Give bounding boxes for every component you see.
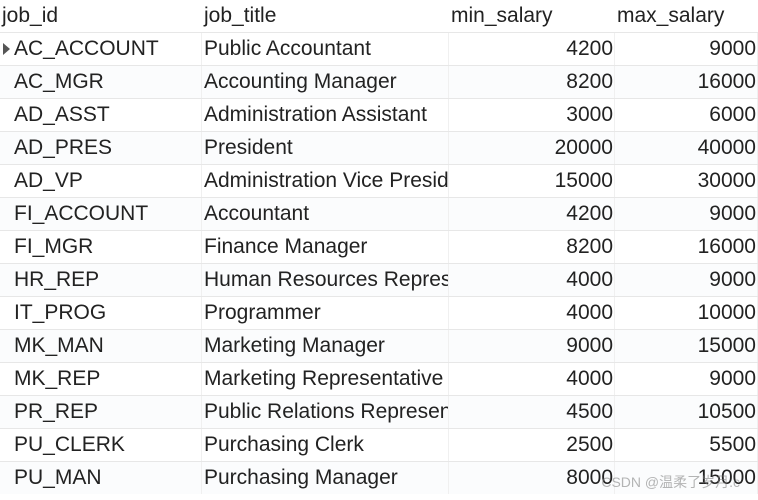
cell-job-id[interactable]: AD_VP: [12, 165, 202, 197]
cell-max-salary[interactable]: 9000: [615, 363, 758, 395]
table-row[interactable]: PR_REPPublic Relations Representative450…: [0, 395, 758, 428]
current-row-arrow-icon: [3, 43, 10, 55]
column-header-job-id[interactable]: job_id: [0, 4, 202, 28]
cell-job-id[interactable]: MK_REP: [12, 363, 202, 395]
cell-job-title[interactable]: Finance Manager: [202, 231, 449, 263]
cell-max-salary[interactable]: 6000: [615, 99, 758, 131]
cell-job-title[interactable]: Purchasing Clerk: [202, 429, 449, 461]
cell-job-title[interactable]: Public Accountant: [202, 33, 449, 65]
cell-job-title[interactable]: Administration Vice President: [202, 165, 449, 197]
cell-min-salary[interactable]: 4200: [449, 33, 615, 65]
jobs-table[interactable]: job_id job_title min_salary max_salary A…: [0, 0, 758, 494]
cell-job-id[interactable]: IT_PROG: [12, 297, 202, 329]
cell-job-id[interactable]: PU_MAN: [12, 462, 202, 494]
cell-job-id[interactable]: AD_ASST: [12, 99, 202, 131]
table-row[interactable]: AD_ASSTAdministration Assistant30006000: [0, 98, 758, 131]
cell-job-id[interactable]: PR_REP: [12, 396, 202, 428]
cell-job-title[interactable]: President: [202, 132, 449, 164]
table-header-row: job_id job_title min_salary max_salary: [0, 0, 758, 32]
cell-max-salary[interactable]: 5500: [615, 429, 758, 461]
cell-job-id[interactable]: MK_MAN: [12, 330, 202, 362]
cell-min-salary[interactable]: 4000: [449, 363, 615, 395]
cell-min-salary[interactable]: 9000: [449, 330, 615, 362]
cell-job-title[interactable]: Marketing Manager: [202, 330, 449, 362]
cell-max-salary[interactable]: 30000: [615, 165, 758, 197]
cell-max-salary[interactable]: 9000: [615, 264, 758, 296]
cell-min-salary[interactable]: 8200: [449, 231, 615, 263]
cell-job-title[interactable]: Purchasing Manager: [202, 462, 449, 494]
cell-min-salary[interactable]: 8200: [449, 66, 615, 98]
column-header-min-salary[interactable]: min_salary: [449, 4, 615, 28]
cell-max-salary[interactable]: 15000: [615, 330, 758, 362]
table-row[interactable]: MK_REPMarketing Representative40009000: [0, 362, 758, 395]
column-header-max-salary[interactable]: max_salary: [615, 4, 758, 28]
cell-job-id[interactable]: PU_CLERK: [12, 429, 202, 461]
cell-min-salary[interactable]: 4200: [449, 198, 615, 230]
cell-job-title[interactable]: Accountant: [202, 198, 449, 230]
cell-max-salary[interactable]: 9000: [615, 198, 758, 230]
cell-max-salary[interactable]: 40000: [615, 132, 758, 164]
cell-max-salary[interactable]: 10500: [615, 396, 758, 428]
cell-min-salary[interactable]: 4000: [449, 264, 615, 296]
cell-job-title[interactable]: Programmer: [202, 297, 449, 329]
cell-job-title[interactable]: Public Relations Representative: [202, 396, 449, 428]
cell-min-salary[interactable]: 20000: [449, 132, 615, 164]
cell-max-salary[interactable]: 16000: [615, 231, 758, 263]
cell-max-salary[interactable]: 10000: [615, 297, 758, 329]
table-row[interactable]: AC_MGRAccounting Manager820016000: [0, 65, 758, 98]
cell-job-id[interactable]: FI_MGR: [12, 231, 202, 263]
cell-max-salary[interactable]: 9000: [615, 33, 758, 65]
table-row[interactable]: FI_MGRFinance Manager820016000: [0, 230, 758, 263]
cell-min-salary[interactable]: 2500: [449, 429, 615, 461]
table-row[interactable]: AC_ACCOUNTPublic Accountant42009000: [0, 32, 758, 65]
cell-min-salary[interactable]: 3000: [449, 99, 615, 131]
cell-min-salary[interactable]: 15000: [449, 165, 615, 197]
cell-job-title[interactable]: Marketing Representative: [202, 363, 449, 395]
cell-min-salary[interactable]: 4000: [449, 297, 615, 329]
cell-job-title[interactable]: Accounting Manager: [202, 66, 449, 98]
table-row[interactable]: PU_CLERKPurchasing Clerk25005500: [0, 428, 758, 461]
cell-job-id[interactable]: HR_REP: [12, 264, 202, 296]
column-header-job-title[interactable]: job_title: [202, 4, 449, 28]
table-row[interactable]: MK_MANMarketing Manager900015000: [0, 329, 758, 362]
table-row[interactable]: AD_PRESPresident2000040000: [0, 131, 758, 164]
table-row[interactable]: IT_PROGProgrammer400010000: [0, 296, 758, 329]
cell-min-salary[interactable]: 8000: [449, 462, 615, 494]
cell-max-salary[interactable]: 16000: [615, 66, 758, 98]
cell-job-id[interactable]: AD_PRES: [12, 132, 202, 164]
table-row[interactable]: FI_ACCOUNTAccountant42009000: [0, 197, 758, 230]
cell-job-title[interactable]: Human Resources Representative: [202, 264, 449, 296]
cell-job-id[interactable]: AC_ACCOUNT: [12, 33, 202, 65]
row-indicator: [0, 43, 12, 55]
table-row[interactable]: AD_VPAdministration Vice President150003…: [0, 164, 758, 197]
cell-job-id[interactable]: AC_MGR: [12, 66, 202, 98]
table-row[interactable]: HR_REPHuman Resources Representative4000…: [0, 263, 758, 296]
cell-job-title[interactable]: Administration Assistant: [202, 99, 449, 131]
cell-job-id[interactable]: FI_ACCOUNT: [12, 198, 202, 230]
cell-max-salary[interactable]: 15000: [615, 462, 758, 494]
cell-min-salary[interactable]: 4500: [449, 396, 615, 428]
table-row[interactable]: PU_MANPurchasing Manager800015000: [0, 461, 758, 494]
